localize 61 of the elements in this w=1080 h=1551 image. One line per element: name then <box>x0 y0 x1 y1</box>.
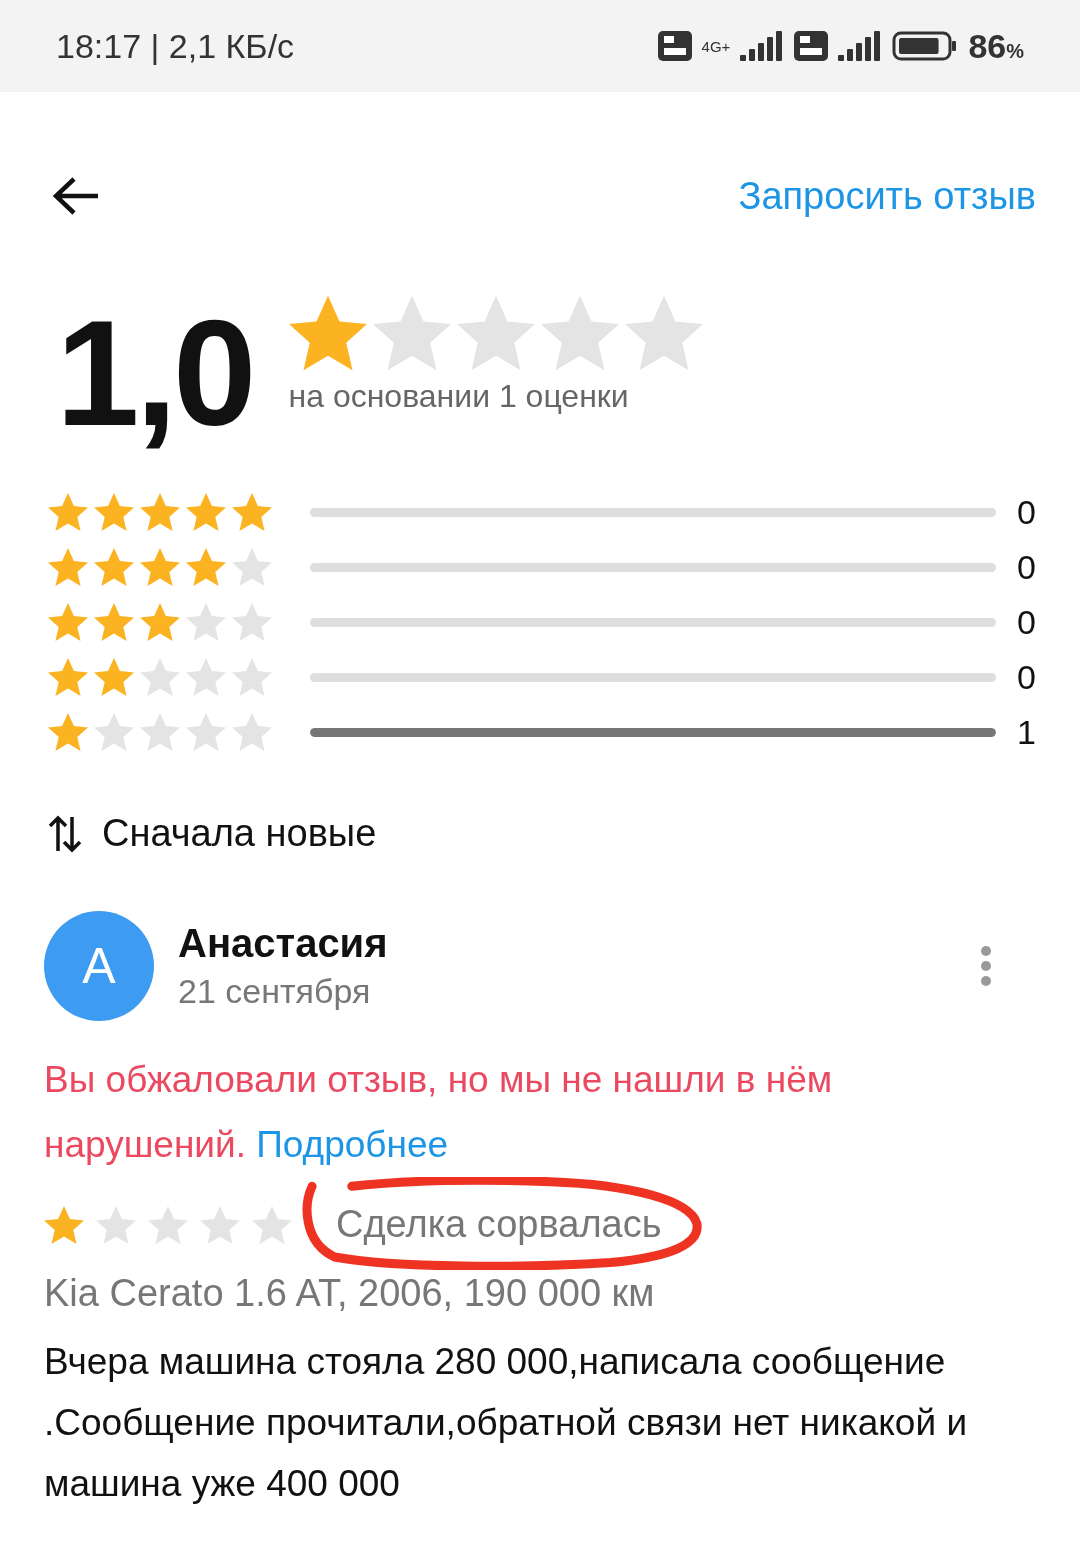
star-icon <box>186 712 226 752</box>
star-icon <box>140 547 180 587</box>
author-name: Анастасия <box>178 921 389 966</box>
rating-count: 0 <box>1016 492 1036 532</box>
avatar: А <box>44 911 154 1021</box>
star-icon <box>94 602 134 642</box>
star-icon <box>288 294 367 372</box>
star-icon <box>44 1204 84 1245</box>
sort-icon[interactable] <box>48 814 82 853</box>
star-icon <box>252 1204 292 1245</box>
battery-icon <box>892 31 959 61</box>
appeal-notice: Вы обжаловали отзыв, но мы не нашли в нём нарушений. Подробнее <box>44 1058 834 1167</box>
rating-count: 0 <box>1016 547 1036 587</box>
star-icon <box>232 712 272 752</box>
back-arrow-icon[interactable] <box>52 176 100 216</box>
star-icon <box>148 1204 188 1245</box>
star-icon <box>456 294 535 372</box>
rating-caption: на основании 1 оценки <box>288 378 630 415</box>
rating-count: 0 <box>1016 602 1036 642</box>
signal-icon <box>838 31 883 61</box>
signal-icon <box>740 31 785 61</box>
battery-percent: 86% <box>968 26 1024 66</box>
star-icon <box>232 547 272 587</box>
review-text: Вчера машина стояла 280 000,написала сообщение .Сообщение прочитали,обратной связи нет никакой и машина уже 400 000 <box>44 1340 969 1506</box>
star-icon <box>140 712 180 752</box>
rating-count: 1 <box>1016 712 1036 752</box>
star-icon <box>232 602 272 642</box>
request-review-link[interactable]: Запросить отзыв <box>738 174 1036 218</box>
car-details: Kia Cerato 1.6 AT, 2006, 190 000 км <box>44 1272 656 1315</box>
star-icon <box>232 492 272 532</box>
star-icon <box>186 492 226 532</box>
star-icon <box>48 547 88 587</box>
review-date: 21 сентября <box>178 972 372 1011</box>
star-icon <box>540 294 619 372</box>
star-icon <box>186 602 226 642</box>
star-icon <box>140 492 180 532</box>
star-icon <box>232 657 272 697</box>
deal-outcome: Сделка сорвалась <box>336 1203 662 1246</box>
network-type: 4G+ <box>701 38 731 54</box>
star-icon <box>186 657 226 697</box>
star-icon <box>140 657 180 697</box>
star-icon <box>48 602 88 642</box>
star-icon <box>624 294 703 372</box>
details-link[interactable]: Подробнее <box>256 1124 449 1165</box>
sort-button[interactable]: Сначала новые <box>102 812 377 855</box>
rating-score: 1,0 <box>56 298 253 448</box>
star-icon <box>48 657 88 697</box>
star-icon <box>48 492 88 532</box>
status-time: 18:17 | 2,1 КБ/с <box>56 26 295 66</box>
star-icon <box>372 294 451 372</box>
star-icon <box>94 657 134 697</box>
star-icon <box>94 547 134 587</box>
star-icon <box>48 712 88 752</box>
rating-count: 0 <box>1016 657 1036 697</box>
star-icon <box>96 1204 136 1245</box>
star-icon <box>140 602 180 642</box>
more-options-icon[interactable] <box>980 946 992 986</box>
star-icon <box>186 547 226 587</box>
star-icon <box>200 1204 240 1245</box>
star-icon <box>94 712 134 752</box>
star-icon <box>94 492 134 532</box>
